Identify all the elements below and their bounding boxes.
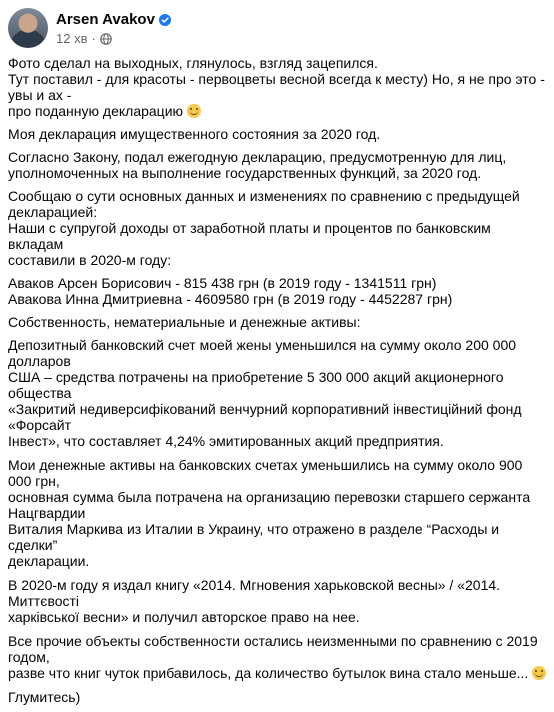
facebook-post: Arsen Avakov 12 хв · Фото сделал на выхо… xyxy=(0,0,554,705)
verified-badge-icon xyxy=(158,13,171,26)
post-body: Фото сделал на выходных, глянулось, взгл… xyxy=(8,55,548,712)
text-line: «Закритий недиверсифікований венчурний к… xyxy=(8,401,522,433)
smiling-face-emoji xyxy=(532,666,547,680)
text-line: В 2020-м году я издал книгу «2014. Мгнов… xyxy=(8,577,501,609)
text-line: Авакова Инна Дмитриевна - 4609580 грн (в… xyxy=(8,291,453,307)
paragraph-assets-heading: Собственность, нематериальные и денежные… xyxy=(8,314,361,330)
timestamp-row: 12 хв · xyxy=(56,31,171,47)
author-row: Arsen Avakov xyxy=(56,10,171,29)
paragraph-intro: Фото сделал на выходных, глянулось, взгл… xyxy=(8,55,548,119)
paragraph-title: Моя декларация имущественного состояния … xyxy=(8,126,381,142)
text-line: США – средства потрачены на приобретение… xyxy=(8,369,504,401)
paragraph-deposit: Депозитный банковский счет моей жены уме… xyxy=(8,337,548,449)
text-line: про поданную декларацию xyxy=(8,103,184,119)
post-header: Arsen Avakov 12 хв · xyxy=(8,8,171,48)
separator-dot: · xyxy=(91,31,96,46)
paragraph-other-property: Все прочие объекты собственности осталис… xyxy=(8,633,548,681)
author-name[interactable]: Arsen Avakov xyxy=(56,11,155,28)
text-line: харківської весни» и получил авторское п… xyxy=(8,609,360,625)
text-line: Сообщаю о сути основных данных и изменен… xyxy=(8,188,520,220)
text-line: Наши с супругой доходы от заработной пла… xyxy=(8,220,491,252)
text-line: декларации. xyxy=(8,553,90,569)
paragraph-law: Согласно Закону, подал ежегодную деклара… xyxy=(8,149,548,181)
paragraph-bank-assets: Мои денежные активы на банковских счетах… xyxy=(8,457,548,569)
post-timestamp[interactable]: 12 хв xyxy=(56,31,87,46)
avatar[interactable] xyxy=(8,8,48,48)
text-line: Согласно Закону, подал ежегодную деклара… xyxy=(8,149,507,165)
post-meta: Arsen Avakov 12 хв · xyxy=(56,10,171,47)
text-line: Виталия Маркива из Италии в Украину, что… xyxy=(8,521,500,553)
globe-icon[interactable] xyxy=(100,32,112,45)
text-line: Інвест», что составляет 4,24% эмитирован… xyxy=(8,433,444,449)
paragraph-income: Сообщаю о сути основных данных и изменен… xyxy=(8,188,548,268)
paragraph-income-figures: Аваков Арсен Борисович - 815 438 грн (в … xyxy=(8,275,548,307)
text-line: Мои денежные активы на банковских счетах… xyxy=(8,457,523,489)
text-line: Фото сделал на выходных, глянулось, взгл… xyxy=(8,55,378,71)
smiling-face-emoji xyxy=(186,104,201,118)
text-line: основная сумма была потрачена на организ… xyxy=(8,489,531,521)
paragraph-closing: Глумитесь) xyxy=(8,689,81,705)
paragraph-book: В 2020-м году я издал книгу «2014. Мгнов… xyxy=(8,577,548,625)
text-line: Тут поставил - для красоты - первоцветы … xyxy=(8,71,545,103)
text-line: составили в 2020-м году: xyxy=(8,252,172,268)
text-line: разве что книг чуток прибавилось, да кол… xyxy=(8,665,529,681)
text-line: Аваков Арсен Борисович - 815 438 грн (в … xyxy=(8,275,437,291)
text-line: уполномоченных на выполнение государстве… xyxy=(8,165,482,181)
text-line: Все прочие объекты собственности осталис… xyxy=(8,633,538,665)
text-line: Депозитный банковский счет моей жены уме… xyxy=(8,337,517,369)
